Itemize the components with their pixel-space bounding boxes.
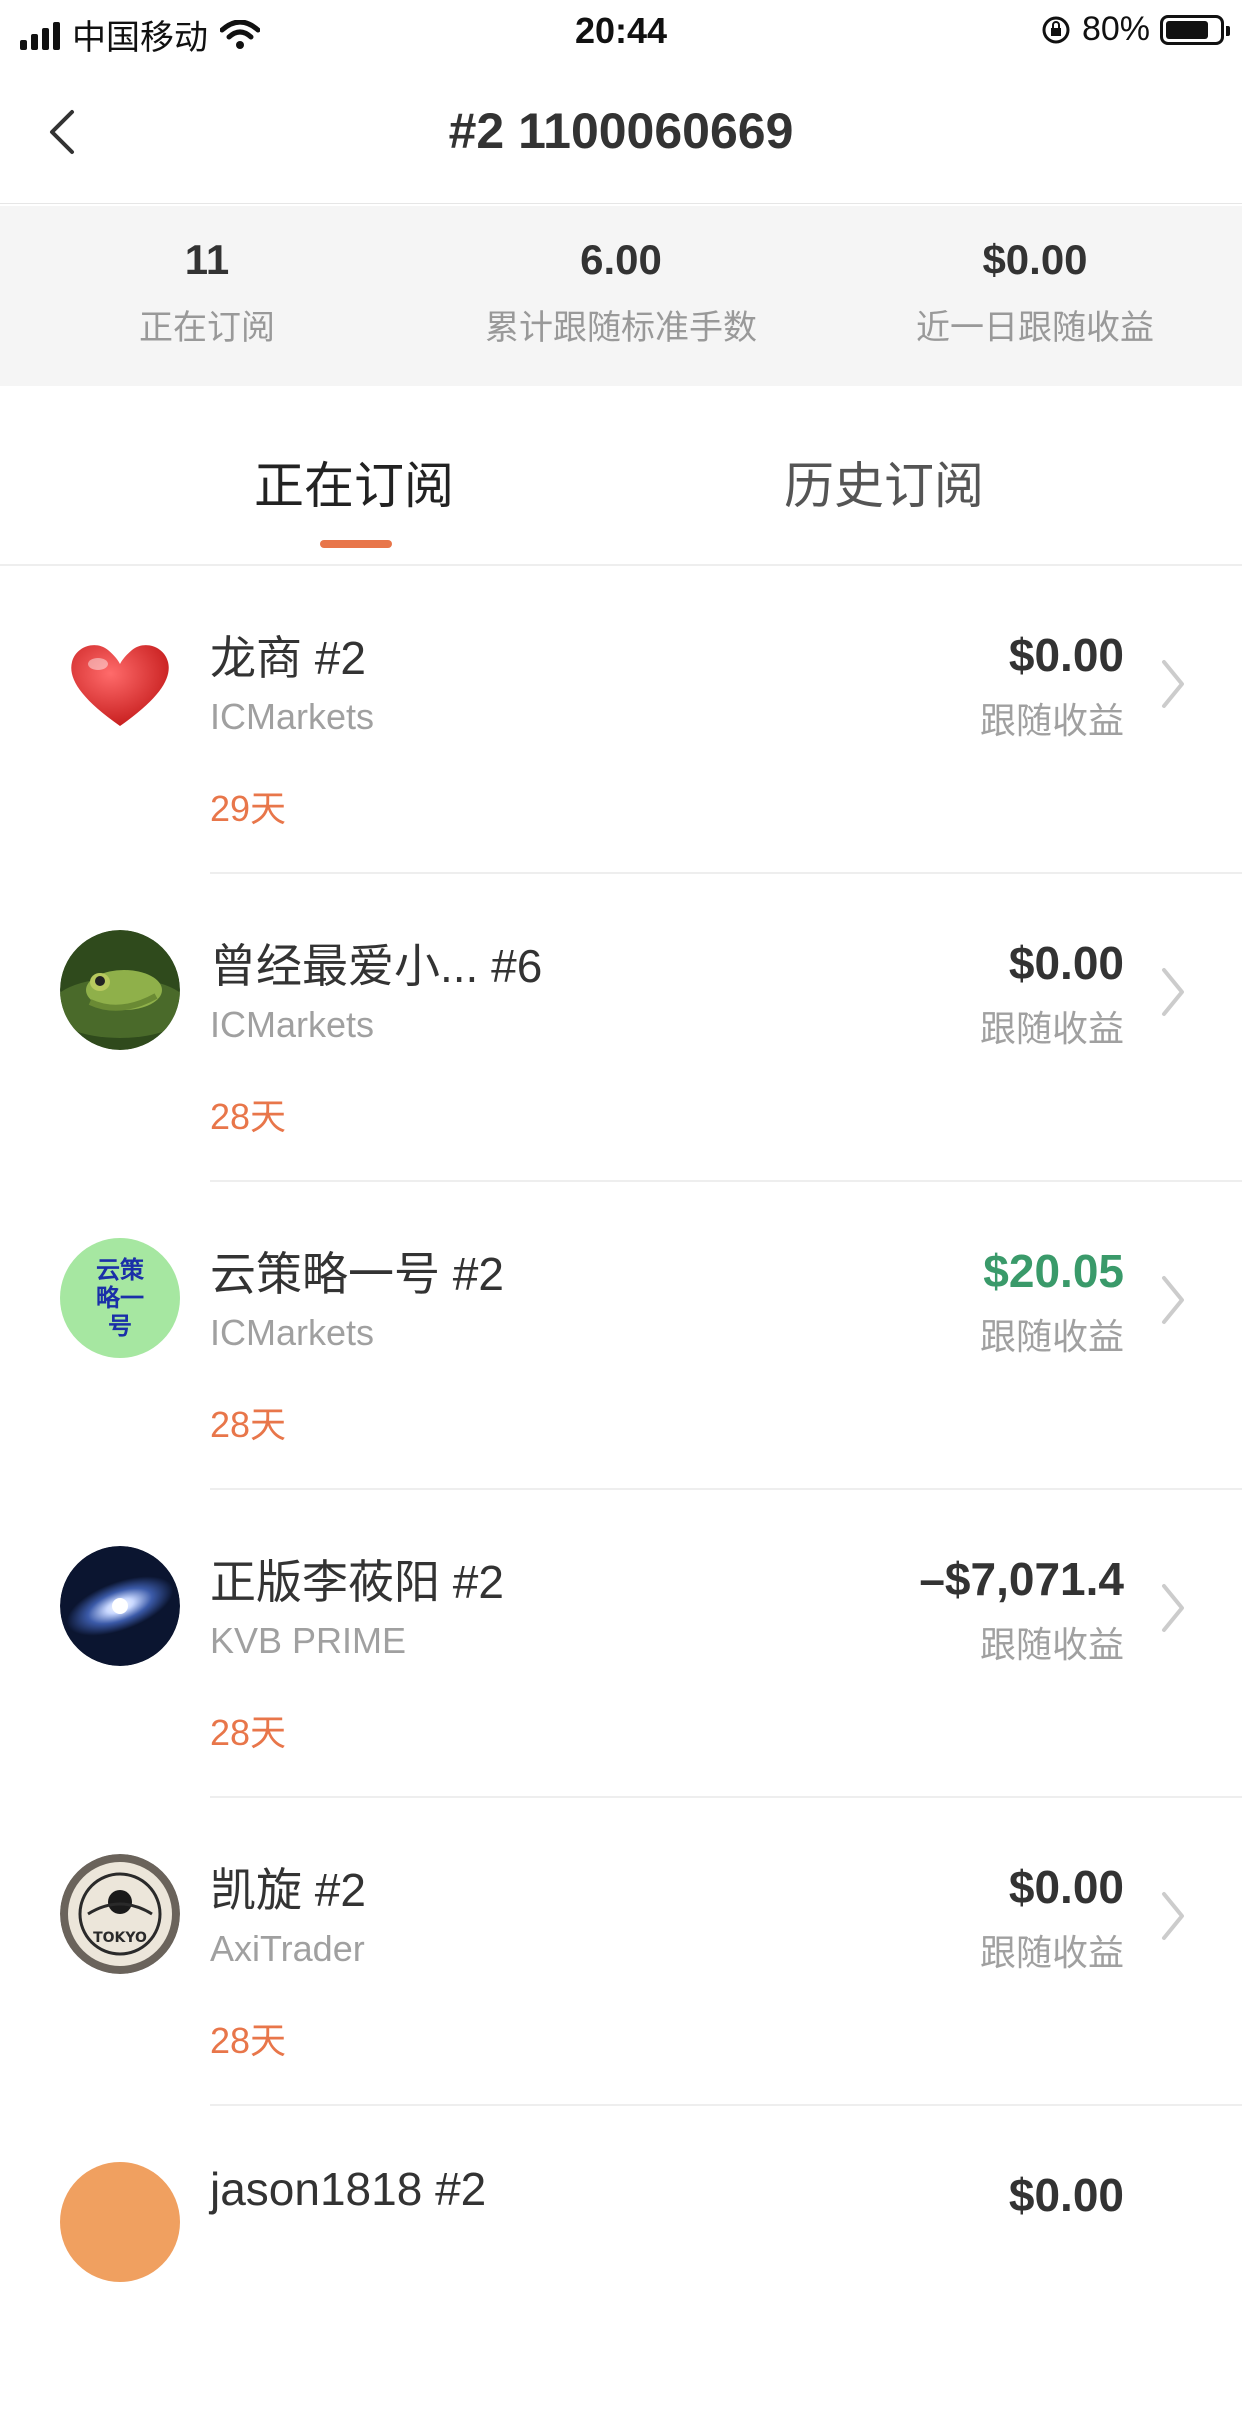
chevron-right-icon bbox=[1162, 1276, 1184, 1324]
chevron-right-icon bbox=[1162, 1584, 1184, 1632]
item-broker: ICMarkets bbox=[210, 1312, 375, 1353]
galaxy-avatar bbox=[60, 1546, 180, 1666]
tab-history-subscriptions[interactable]: 历史订阅 bbox=[784, 446, 984, 518]
stat-subscribing: 11 正在订阅 bbox=[0, 206, 414, 386]
rotation-lock-icon bbox=[1042, 16, 1070, 43]
item-name: 云策略一号 #2 bbox=[210, 1248, 504, 1300]
page-title: #2 1100060669 bbox=[448, 103, 794, 159]
stat-label: 正在订阅 bbox=[139, 309, 275, 347]
stat-label: 累计跟随标准手数 bbox=[485, 309, 757, 347]
item-profit-label: 跟随收益 bbox=[979, 1624, 1124, 1665]
item-name: 凯旋 #2 bbox=[210, 1864, 366, 1916]
text-avatar: 云策略一号 bbox=[60, 1238, 180, 1358]
item-days: 28天 bbox=[210, 1712, 287, 1753]
item-name: 正版李莜阳 #2 bbox=[210, 1556, 504, 1608]
stat-value: 6.00 bbox=[580, 236, 662, 283]
stat-total-lots: 6.00 累计跟随标准手数 bbox=[414, 206, 828, 386]
item-broker: ICMarkets bbox=[210, 696, 375, 737]
list-item[interactable]: 曾经最爱小... #6 ICMarkets 28天 $0.00 跟随收益 bbox=[0, 874, 1242, 1182]
letter-avatar bbox=[60, 2162, 180, 2282]
item-days: 29天 bbox=[210, 788, 287, 829]
item-profit-label: 跟随收益 bbox=[979, 1932, 1124, 1973]
item-days: 28天 bbox=[210, 1404, 287, 1445]
item-profit: –$7,071.4 bbox=[919, 1553, 1124, 1605]
item-days: 28天 bbox=[210, 1096, 287, 1137]
battery-icon bbox=[1160, 14, 1230, 45]
stats-summary: 11 正在订阅 6.00 累计跟随标准手数 $0.00 近一日跟随收益 bbox=[0, 206, 1242, 386]
item-name: 曾经最爱小... #6 bbox=[210, 940, 543, 992]
status-right: 80% bbox=[1040, 10, 1230, 49]
status-bar: 中国移动 20:44 80% bbox=[0, 0, 1242, 62]
subscription-list: 龙商 #2 ICMarkets 29天 $0.00 跟随收益 曾经最爱小... … bbox=[0, 566, 1242, 2414]
item-profit: $0.00 bbox=[1008, 2169, 1124, 2221]
item-broker: AxiTrader bbox=[210, 1928, 365, 1969]
svg-text:TOKYO: TOKYO bbox=[93, 1930, 147, 1946]
stat-label: 近一日跟随收益 bbox=[916, 309, 1154, 347]
battery-level bbox=[1166, 20, 1208, 39]
item-profit: $0.00 bbox=[1008, 1861, 1124, 1913]
item-name: 龙商 #2 bbox=[210, 632, 366, 684]
avatar-text: 云策略一号 bbox=[96, 1255, 144, 1340]
active-tab-indicator bbox=[320, 540, 392, 548]
heart-icon bbox=[60, 626, 180, 746]
item-profit-label: 跟随收益 bbox=[979, 1316, 1124, 1357]
list-item[interactable]: jason1818 #2 $0.00 bbox=[0, 2106, 1242, 2414]
tab-bar: 正在订阅 历史订阅 bbox=[0, 386, 1242, 566]
battery-percent: 80% bbox=[1081, 10, 1150, 48]
chevron-right-icon bbox=[1162, 1892, 1184, 1940]
item-profit: $20.05 bbox=[983, 1245, 1124, 1297]
item-broker: ICMarkets bbox=[210, 1004, 375, 1045]
item-profit: $0.00 bbox=[1008, 629, 1124, 681]
item-profit-label: 跟随收益 bbox=[979, 1008, 1124, 1049]
list-item[interactable]: 正版李莜阳 #2 KVB PRIME 28天 –$7,071.4 跟随收益 bbox=[0, 1490, 1242, 1798]
stat-daily-profit: $0.00 近一日跟随收益 bbox=[828, 206, 1242, 386]
chevron-right-icon bbox=[1162, 660, 1184, 708]
item-broker: KVB PRIME bbox=[210, 1620, 407, 1661]
stat-value: 11 bbox=[184, 236, 230, 283]
item-profit-label: 跟随收益 bbox=[979, 700, 1124, 741]
list-item[interactable]: 龙商 #2 ICMarkets 29天 $0.00 跟随收益 bbox=[0, 566, 1242, 874]
stat-value: $0.00 bbox=[982, 236, 1088, 283]
tab-current-subscriptions[interactable]: 正在订阅 bbox=[254, 446, 454, 518]
chevron-right-icon bbox=[1162, 968, 1184, 1016]
nav-bar: #2 1100060669 bbox=[0, 62, 1242, 204]
frog-avatar bbox=[60, 930, 180, 1050]
item-profit: $0.00 bbox=[1008, 937, 1124, 989]
item-days: 28天 bbox=[210, 2020, 287, 2061]
list-item[interactable]: 云策略一号 云策略一号 #2 ICMarkets 28天 $20.05 跟随收益 bbox=[0, 1182, 1242, 1490]
list-item[interactable]: TOKYO 凯旋 #2 AxiTrader 28天 $0.00 跟随收益 bbox=[0, 1798, 1242, 2106]
tokyo-logo-avatar: TOKYO bbox=[60, 1854, 180, 1974]
